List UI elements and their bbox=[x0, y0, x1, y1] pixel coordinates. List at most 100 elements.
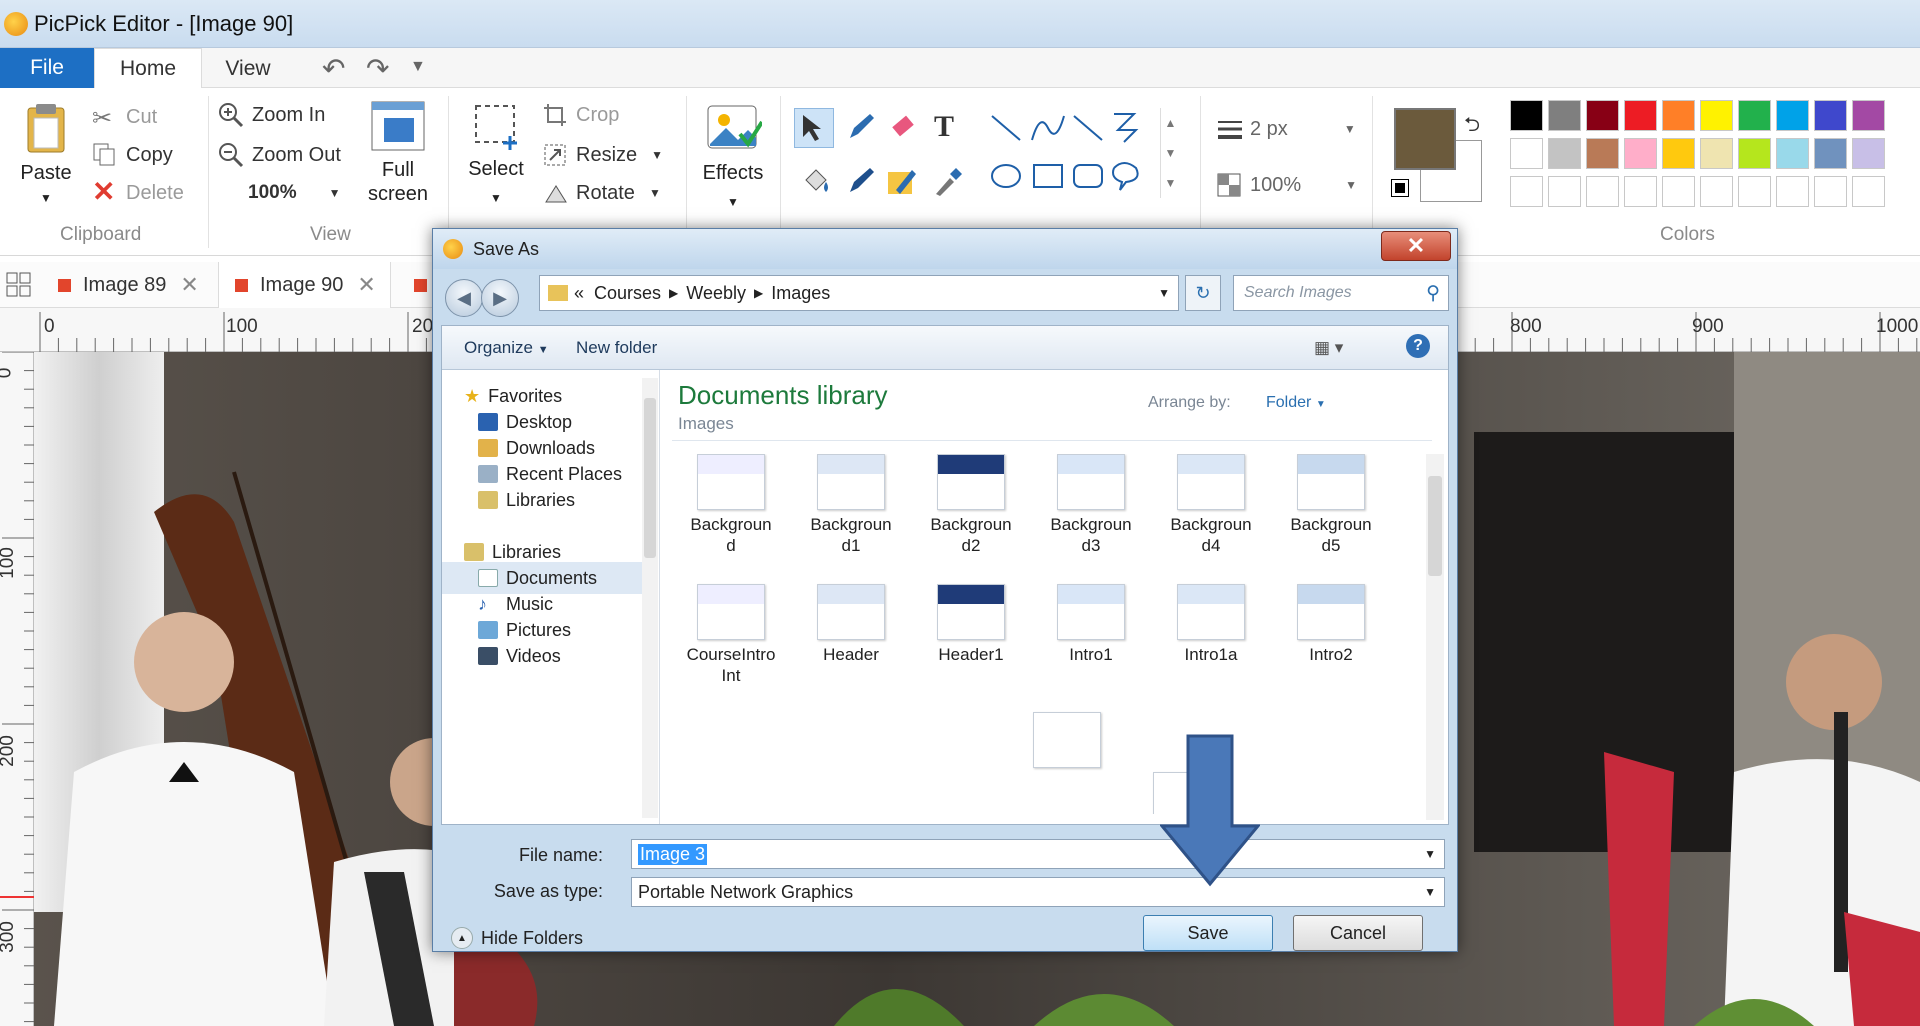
color-swatch[interactable] bbox=[1548, 100, 1581, 131]
file-item[interactable]: Intro2 bbox=[1272, 584, 1390, 665]
curve-shape-icon[interactable] bbox=[1031, 115, 1065, 141]
zoom-in-button[interactable]: Zoom In bbox=[218, 102, 325, 128]
close-tab-icon[interactable]: ✕ bbox=[357, 272, 375, 298]
organize-button[interactable]: Organize ▼ bbox=[464, 338, 549, 358]
file-scrollbar-thumb[interactable] bbox=[1428, 476, 1442, 576]
color-swatch[interactable] bbox=[1662, 138, 1695, 169]
connector-shape-icon[interactable] bbox=[1114, 113, 1139, 143]
color-swatch[interactable] bbox=[1776, 176, 1809, 207]
color-swatch[interactable] bbox=[1548, 176, 1581, 207]
line-shape-icon[interactable] bbox=[991, 115, 1021, 141]
nav-videos[interactable]: Videos bbox=[442, 640, 658, 672]
color-swatch[interactable] bbox=[1586, 138, 1619, 169]
view-options-icon[interactable]: ▦ ▾ bbox=[1314, 338, 1343, 358]
nav-libraries-fav[interactable]: Libraries bbox=[442, 484, 658, 516]
fill-bucket-icon[interactable] bbox=[800, 164, 834, 204]
file-item[interactable]: Backgroun d1 bbox=[792, 454, 910, 556]
eyedropper-icon[interactable] bbox=[930, 164, 964, 204]
marker-icon[interactable] bbox=[844, 164, 878, 204]
color-swatch[interactable] bbox=[1814, 138, 1847, 169]
effects-dropdown-icon[interactable]: ▼ bbox=[696, 195, 770, 209]
save-button[interactable]: Save bbox=[1143, 915, 1273, 951]
zoom-out-button[interactable]: Zoom Out bbox=[218, 142, 341, 168]
file-item[interactable]: CourseIntro Int bbox=[672, 584, 790, 686]
color-swatch[interactable] bbox=[1852, 100, 1885, 131]
nav-scrollbar[interactable] bbox=[642, 378, 658, 818]
full-screen-button[interactable]: Full screen bbox=[366, 100, 430, 206]
opacity-select[interactable]: 100% ▼ bbox=[1216, 172, 1357, 198]
breadcrumb-images[interactable]: Images bbox=[771, 283, 830, 304]
callout-shape-icon[interactable] bbox=[1112, 162, 1139, 191]
file-name-input[interactable]: Image 3 ▼ bbox=[631, 839, 1445, 869]
save-type-select[interactable]: Portable Network Graphics ▼ bbox=[631, 877, 1445, 907]
file-item[interactable]: Header1 bbox=[912, 584, 1030, 665]
tab-home[interactable]: Home bbox=[94, 48, 202, 89]
file-item[interactable]: Intro1 bbox=[1032, 584, 1150, 665]
color-swatch[interactable] bbox=[1624, 100, 1657, 131]
tab-file[interactable]: File bbox=[0, 48, 94, 88]
color-swatch[interactable] bbox=[1700, 176, 1733, 207]
reset-colors-icon[interactable] bbox=[1391, 179, 1409, 197]
back-arrow-icon[interactable]: ◀ bbox=[445, 279, 483, 317]
color-swatch[interactable] bbox=[1852, 138, 1885, 169]
effects-button[interactable]: Effects ▼ bbox=[696, 100, 770, 209]
color-swatch[interactable] bbox=[1852, 176, 1885, 207]
rounded-rect-shape-icon[interactable] bbox=[1073, 164, 1103, 188]
copy-button[interactable]: Copy bbox=[92, 142, 173, 168]
dialog-close-button[interactable]: ✕ bbox=[1381, 231, 1451, 261]
file-item[interactable]: Intro1a bbox=[1152, 584, 1270, 665]
color-swatch[interactable] bbox=[1738, 100, 1771, 131]
file-item[interactable]: Backgroun d3 bbox=[1032, 454, 1150, 556]
color-swatch[interactable] bbox=[1586, 100, 1619, 131]
select-dropdown-icon[interactable]: ▼ bbox=[466, 191, 526, 205]
address-bar[interactable]: « Courses ▶ Weebly ▶ Images ▼ bbox=[539, 275, 1179, 311]
file-item[interactable]: Backgroun d2 bbox=[912, 454, 1030, 556]
search-input[interactable]: Search Images ⚲ bbox=[1233, 275, 1449, 311]
color-swatch[interactable] bbox=[1738, 176, 1771, 207]
file-item[interactable]: Backgroun d4 bbox=[1152, 454, 1270, 556]
color-swatch[interactable] bbox=[1548, 138, 1581, 169]
document-tab-active[interactable]: Image 90 ✕ bbox=[218, 262, 391, 308]
arrow-shape-icon[interactable] bbox=[1073, 115, 1103, 141]
eraser-icon[interactable] bbox=[886, 110, 920, 150]
color-swatch[interactable] bbox=[1662, 176, 1695, 207]
nav-scrollbar-thumb[interactable] bbox=[644, 398, 656, 558]
arrange-by-select[interactable]: Folder ▼ bbox=[1266, 394, 1326, 412]
file-scrollbar[interactable] bbox=[1426, 454, 1444, 820]
color-swatch[interactable] bbox=[1586, 176, 1619, 207]
file-item[interactable]: Backgroun d5 bbox=[1272, 454, 1390, 556]
color-swatch[interactable] bbox=[1814, 100, 1847, 131]
color-swatch[interactable] bbox=[1814, 176, 1847, 207]
hide-folders-button[interactable]: ▲ Hide Folders bbox=[451, 927, 583, 949]
color-swatch[interactable] bbox=[1700, 100, 1733, 131]
paste-button[interactable]: Paste ▼ bbox=[18, 100, 74, 205]
delete-button[interactable]: ✕ Delete bbox=[92, 178, 184, 206]
forward-arrow-icon[interactable]: ▶ bbox=[481, 279, 519, 317]
tab-view[interactable]: View bbox=[202, 48, 294, 89]
file-item[interactable]: Backgroun d bbox=[672, 454, 790, 556]
pointer-tool-button[interactable] bbox=[794, 108, 834, 148]
quick-access-dropdown-icon[interactable]: ▼ bbox=[410, 58, 426, 76]
refresh-icon[interactable]: ↻ bbox=[1185, 275, 1221, 311]
color-swatch[interactable] bbox=[1738, 138, 1771, 169]
chevron-down-icon[interactable]: ▼ bbox=[1424, 847, 1436, 861]
help-icon[interactable]: ? bbox=[1406, 334, 1430, 358]
breadcrumb-courses[interactable]: Courses bbox=[594, 283, 661, 304]
breadcrumb-weebly[interactable]: Weebly bbox=[686, 283, 746, 304]
color-swatch[interactable] bbox=[1624, 138, 1657, 169]
cut-button[interactable]: ✂ Cut bbox=[92, 104, 157, 132]
document-tab[interactable]: Image 89 ✕ bbox=[42, 262, 199, 308]
primary-color-swatch[interactable] bbox=[1394, 108, 1456, 170]
cancel-button[interactable]: Cancel bbox=[1293, 915, 1423, 951]
undo-icon[interactable]: ↶ bbox=[322, 52, 345, 85]
color-swatch[interactable] bbox=[1510, 176, 1543, 207]
image-thumbnail-icon[interactable] bbox=[1033, 712, 1101, 768]
ellipse-shape-icon[interactable] bbox=[991, 164, 1021, 188]
resize-button[interactable]: Resize ▼ bbox=[542, 142, 663, 168]
pen-tool-icon[interactable] bbox=[844, 110, 878, 150]
color-swatch[interactable] bbox=[1776, 138, 1809, 169]
color-swatch[interactable] bbox=[1510, 138, 1543, 169]
color-swatch[interactable] bbox=[1624, 176, 1657, 207]
breadcrumb-overflow[interactable]: « bbox=[574, 283, 584, 304]
crop-button[interactable]: Crop bbox=[542, 102, 619, 128]
